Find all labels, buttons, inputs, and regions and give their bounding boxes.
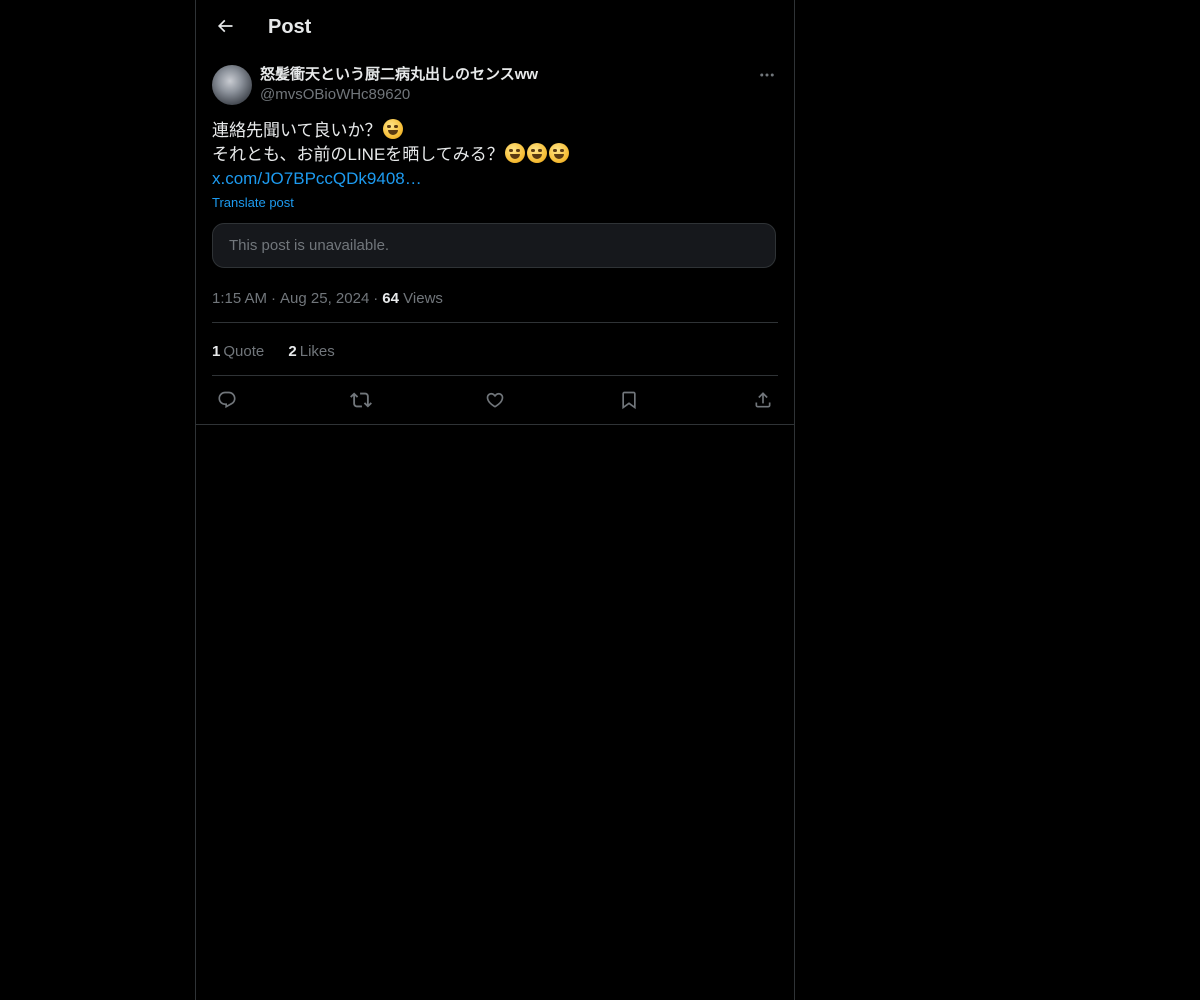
quoted-post-unavailable: This post is unavailable. <box>212 223 776 268</box>
quotes-label: Quote <box>223 343 265 360</box>
post-actions <box>212 384 778 416</box>
post-text-line-1-content: 連絡先聞いて良いか？ <box>212 121 382 140</box>
share-icon <box>755 392 771 408</box>
likes-stat[interactable]: 2 Likes <box>288 342 334 362</box>
bookmark-icon <box>622 391 636 410</box>
views-count: 64 <box>382 290 399 307</box>
views-label: Views <box>403 290 443 307</box>
post-text: 連絡先聞いて良いか？ それとも、お前のLINEを晒してみる？ x.com/JO7… <box>212 119 778 191</box>
author-handle[interactable]: @mvsOBioWHc89620 <box>260 85 538 105</box>
reply-icon <box>218 391 236 409</box>
more-options-button[interactable] <box>756 64 778 86</box>
likes-label: Likes <box>299 343 335 360</box>
reply-button[interactable] <box>212 385 242 415</box>
meta-separator: · <box>373 290 379 307</box>
divider <box>212 322 778 323</box>
rolling-on-floor-laughing-emoji-icon <box>382 119 403 139</box>
bookmark-button[interactable] <box>614 385 644 415</box>
zany-face-emoji-icon <box>504 143 525 163</box>
post-text-line-1: 連絡先聞いて良いか？ <box>212 119 778 143</box>
post-bottom-divider <box>196 424 794 425</box>
divider <box>212 375 778 376</box>
avatar[interactable] <box>212 65 252 105</box>
post-date[interactable]: Aug 25, 2024 <box>280 290 369 307</box>
repost-button[interactable] <box>346 385 376 415</box>
quotes-count: 1 <box>212 343 221 360</box>
page-title: Post <box>268 16 312 38</box>
meta-separator: · <box>271 290 277 307</box>
post-stats: 1 Quote 2 Likes <box>212 342 355 362</box>
page-header: Post <box>196 0 794 53</box>
heart-icon <box>486 392 504 408</box>
author-display-name[interactable]: 怒髪衝天という厨二病丸出しのセンスww <box>260 65 538 85</box>
translate-post-link[interactable]: Translate post <box>212 195 294 211</box>
grinning-face-emoji-icon <box>526 143 547 163</box>
like-button[interactable] <box>480 385 510 415</box>
likes-count: 2 <box>288 343 297 360</box>
rolling-on-floor-laughing-emoji-icon <box>548 143 569 163</box>
arrow-left-icon <box>217 19 233 33</box>
post-meta: 1:15 AM · Aug 25, 2024 · 64 Views <box>212 289 443 309</box>
post-time[interactable]: 1:15 AM <box>212 290 267 307</box>
share-button[interactable] <box>748 385 778 415</box>
quotes-stat[interactable]: 1 Quote <box>212 342 264 362</box>
post-text-line-2: それとも、お前のLINEを晒してみる？ <box>212 143 778 167</box>
post-link[interactable]: x.com/JO7BPccQDk9408… <box>212 167 778 191</box>
primary-column: Post 怒髪衝天という厨二病丸出しのセンスww @mvsOBioWHc8962… <box>195 0 795 1000</box>
post-text-line-2-content: それとも、お前のLINEを晒してみる？ <box>212 145 504 164</box>
back-button[interactable] <box>208 9 242 43</box>
repost-icon <box>350 392 372 408</box>
post-author: 怒髪衝天という厨二病丸出しのセンスww @mvsOBioWHc89620 <box>260 65 538 105</box>
more-horizontal-icon <box>760 73 774 77</box>
